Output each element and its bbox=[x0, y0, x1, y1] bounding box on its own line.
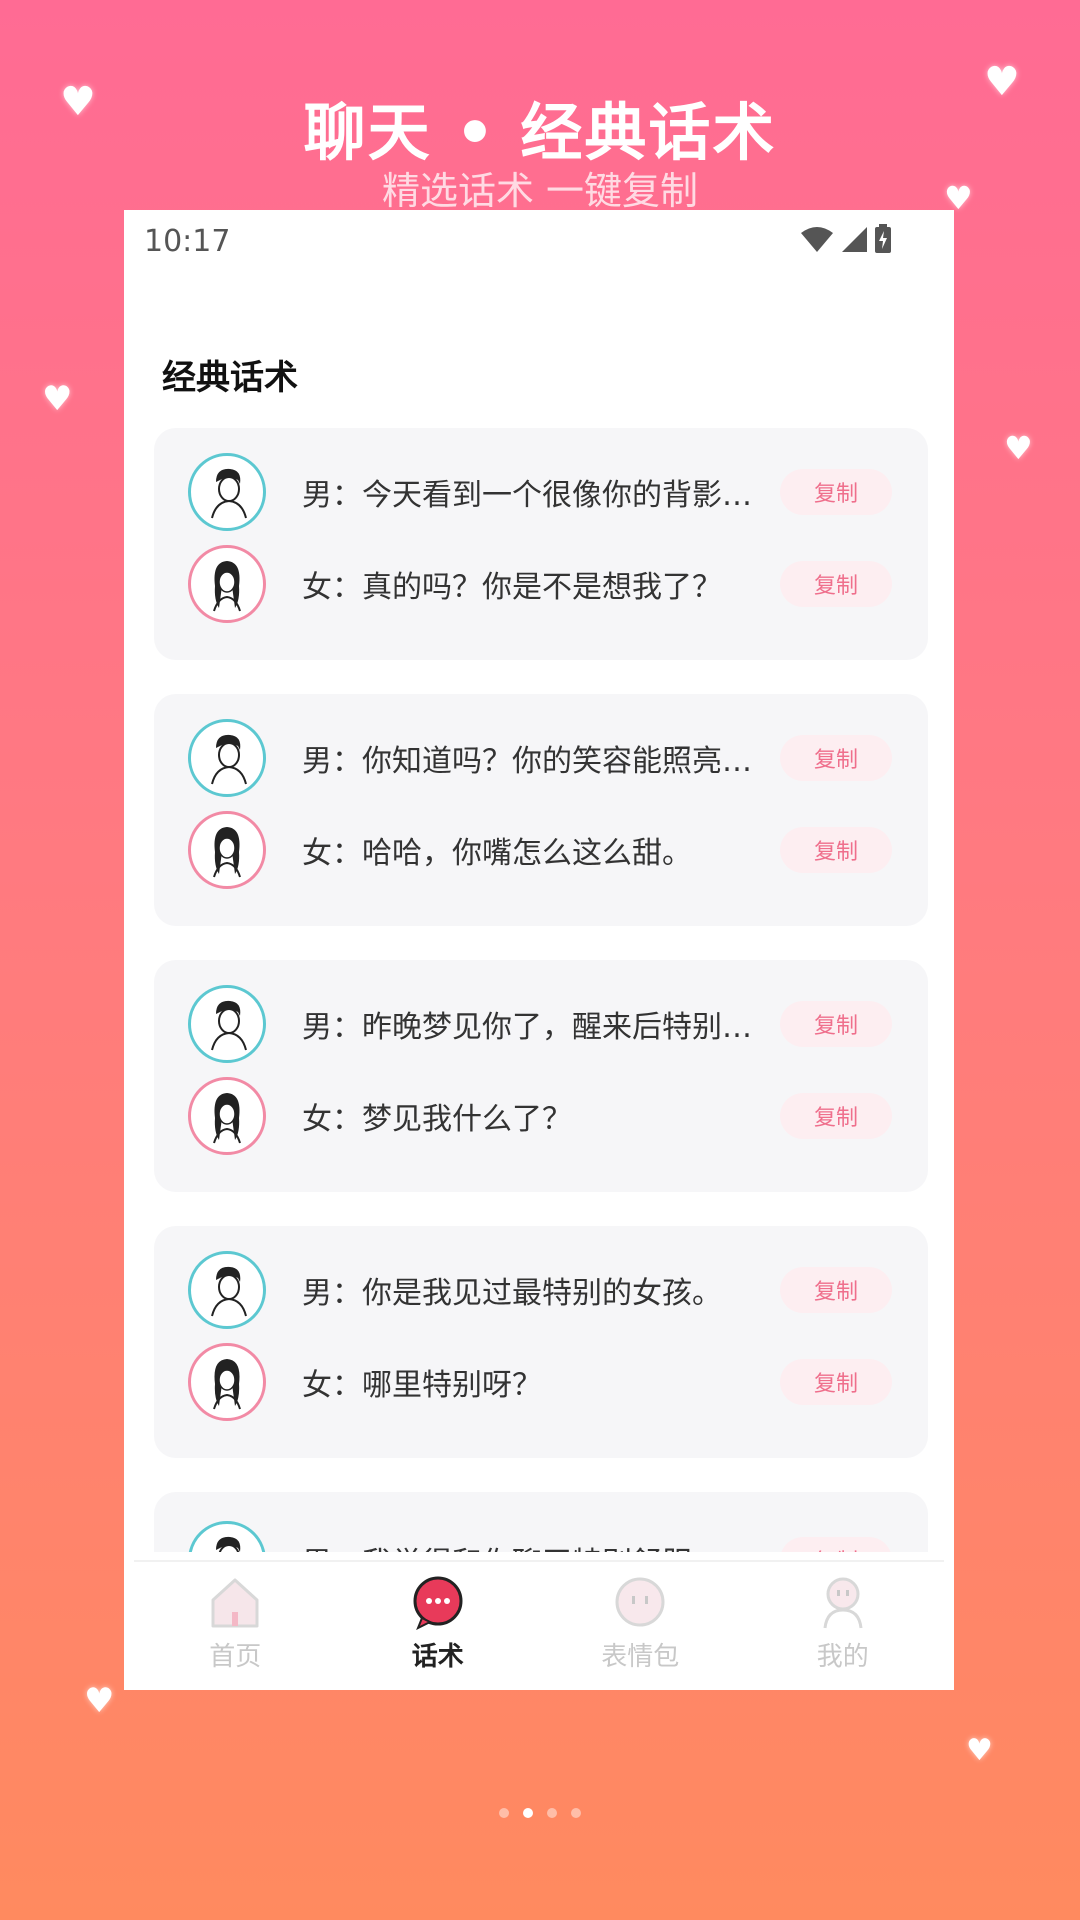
promo-subtitle: 精选话术 一键复制 bbox=[381, 169, 699, 213]
chat-bubble-icon bbox=[413, 1576, 463, 1630]
tab-scripts[interactable]: 话术 bbox=[337, 1562, 540, 1690]
conversation-card: 男：我觉得和你聊天特别舒服。 复制 bbox=[154, 1492, 928, 1552]
profile-icon bbox=[823, 1577, 863, 1629]
male-message: 男：你是我见过最特别的女孩。 bbox=[302, 1276, 722, 1311]
page-dot-active[interactable] bbox=[523, 1808, 533, 1818]
male-face-icon bbox=[211, 1266, 247, 1317]
conversation-card: 男：今天看到一个很像你的背影，心跳都漏了一拍。 复制 女：真的吗？你是不是想我了… bbox=[154, 428, 928, 660]
female-face-icon bbox=[213, 1093, 241, 1144]
cellular-signal-icon bbox=[842, 227, 867, 252]
copy-button[interactable]: 复制 bbox=[780, 1537, 892, 1552]
conversation-card: 男：昨晚梦见你了，醒来后特别想见你。 复制 女：梦见我什么了？ 复制 bbox=[154, 960, 928, 1192]
female-message: 女：哈哈，你嘴怎么这么甜。 bbox=[302, 836, 692, 871]
male-message: 男：你知道吗？你的笑容能照亮我整个世界。 bbox=[302, 744, 772, 779]
female-message: 女：梦见我什么了？ bbox=[302, 1102, 572, 1137]
conversation-card: 男：你是我见过最特别的女孩。 复制 女：哪里特别呀？ 复制 bbox=[154, 1226, 928, 1458]
male-face-icon bbox=[211, 734, 247, 785]
conversation-list[interactable]: 男：今天看到一个很像你的背影，心跳都漏了一拍。 复制 女：真的吗？你是不是想我了… bbox=[154, 428, 928, 1586]
tab-label: 我的 bbox=[816, 1642, 869, 1672]
tab-label: 话术 bbox=[411, 1642, 464, 1672]
copy-button[interactable]: 复制 bbox=[780, 561, 892, 607]
copy-button[interactable]: 复制 bbox=[780, 469, 892, 515]
copy-button[interactable]: 复制 bbox=[780, 827, 892, 873]
male-line: 男：你是我见过最特别的女孩。 复制 bbox=[154, 1244, 928, 1336]
copy-button[interactable]: 复制 bbox=[780, 1267, 892, 1313]
male-avatar bbox=[188, 1521, 266, 1552]
heart-icon: ♥ bbox=[966, 1733, 993, 1768]
conversation-card: 男：你知道吗？你的笑容能照亮我整个世界。 复制 女：哈哈，你嘴怎么这么甜。 复制 bbox=[154, 694, 928, 926]
male-line: 男：我觉得和你聊天特别舒服。 复制 bbox=[154, 1514, 928, 1552]
female-face-icon bbox=[213, 1359, 241, 1410]
wifi-icon bbox=[801, 227, 833, 252]
female-message: 女：哪里特别呀？ bbox=[302, 1368, 542, 1403]
male-message: 男：昨晚梦见你了，醒来后特别想见你。 bbox=[302, 1010, 772, 1045]
female-message: 女：真的吗？你是不是想我了？ bbox=[302, 570, 722, 605]
male-avatar bbox=[188, 453, 266, 531]
promo-title: 聊天 • 经典话术 bbox=[303, 96, 777, 169]
male-avatar bbox=[188, 1251, 266, 1329]
male-avatar bbox=[188, 719, 266, 797]
female-line: 女：梦见我什么了？ 复制 bbox=[154, 1070, 928, 1162]
male-message: 男：今天看到一个很像你的背影，心跳都漏了一拍。 bbox=[302, 478, 772, 513]
female-line: 女：真的吗？你是不是想我了？ 复制 bbox=[154, 538, 928, 630]
male-face-icon bbox=[216, 1536, 241, 1552]
female-avatar bbox=[188, 545, 266, 623]
copy-button[interactable]: 复制 bbox=[780, 735, 892, 781]
copy-button[interactable]: 复制 bbox=[780, 1001, 892, 1047]
page-indicator bbox=[0, 1808, 1080, 1818]
status-time: 10:17 bbox=[144, 224, 231, 259]
home-icon bbox=[211, 1578, 259, 1628]
female-avatar bbox=[188, 1343, 266, 1421]
copy-button[interactable]: 复制 bbox=[780, 1093, 892, 1139]
tab-mine[interactable]: 我的 bbox=[742, 1562, 945, 1690]
status-bar: 10:17 bbox=[124, 210, 954, 270]
female-line: 女：哪里特别呀？ 复制 bbox=[154, 1336, 928, 1428]
male-message: 男：我觉得和你聊天特别舒服。 bbox=[302, 1538, 772, 1552]
copy-button[interactable]: 复制 bbox=[780, 1359, 892, 1405]
bottom-tab-bar: 首页 话术 表情包 我的 bbox=[134, 1560, 944, 1690]
male-line: 男：今天看到一个很像你的背影，心跳都漏了一拍。 复制 bbox=[154, 446, 928, 538]
male-face-icon bbox=[211, 1000, 247, 1051]
phone-screen: 10:17 经典话术 男：今天看到一个很像你的背影， 复制 女：真的吗？你是不是… bbox=[124, 210, 954, 1690]
male-line: 男：你知道吗？你的笑容能照亮我整个世界。 复制 bbox=[154, 712, 928, 804]
male-avatar bbox=[188, 985, 266, 1063]
female-line: 女：哈哈，你嘴怎么这么甜。 复制 bbox=[154, 804, 928, 896]
tab-stickers[interactable]: 表情包 bbox=[539, 1562, 742, 1690]
tab-label: 表情包 bbox=[601, 1642, 680, 1672]
tab-home[interactable]: 首页 bbox=[134, 1562, 337, 1690]
page-dot[interactable] bbox=[499, 1808, 509, 1818]
heart-icon: ♥ bbox=[84, 1681, 115, 1721]
heart-icon: ♥ bbox=[60, 79, 96, 125]
status-icons bbox=[800, 224, 892, 254]
page-title: 经典话术 bbox=[162, 358, 298, 398]
female-face-icon bbox=[213, 561, 241, 612]
page-dot[interactable] bbox=[547, 1808, 557, 1818]
emoji-icon bbox=[615, 1577, 665, 1627]
heart-icon: ♥ bbox=[1004, 429, 1033, 467]
female-avatar bbox=[188, 1077, 266, 1155]
male-face-icon bbox=[211, 468, 247, 519]
battery-charging-icon bbox=[875, 224, 891, 253]
female-avatar bbox=[188, 811, 266, 889]
female-face-icon bbox=[213, 827, 241, 878]
heart-icon: ♥ bbox=[984, 59, 1020, 105]
heart-icon: ♥ bbox=[42, 379, 73, 419]
male-line: 男：昨晚梦见你了，醒来后特别想见你。 复制 bbox=[154, 978, 928, 1070]
page-dot[interactable] bbox=[571, 1808, 581, 1818]
tab-label: 首页 bbox=[209, 1642, 262, 1672]
